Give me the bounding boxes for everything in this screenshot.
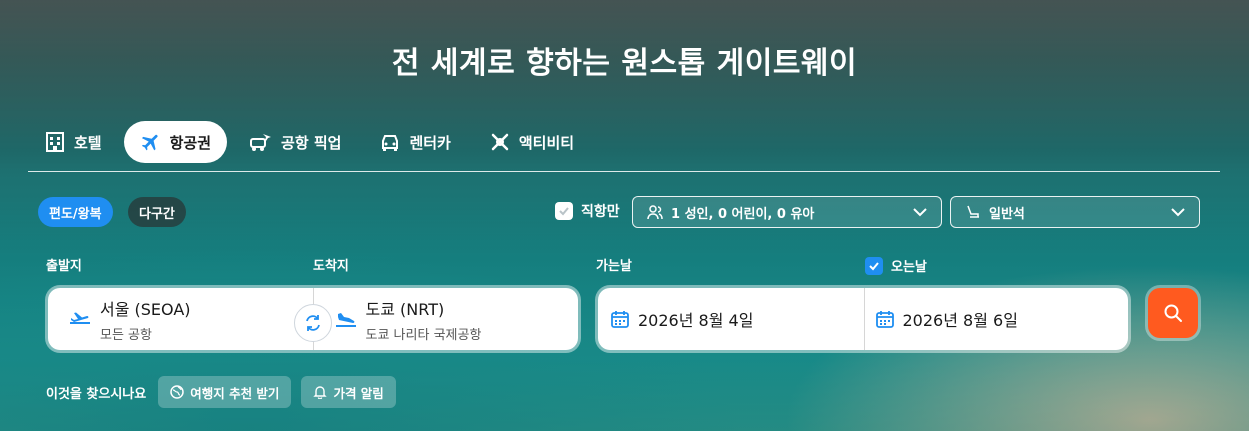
- car-icon: [382, 135, 399, 151]
- recommend-destination-button[interactable]: 여행지 추천 받기: [158, 376, 292, 408]
- check-icon: [869, 261, 879, 270]
- return-date-label: 오는날: [891, 260, 927, 275]
- return-date-value: 2026년 8월 6일: [902, 311, 1018, 330]
- tab-car-rental[interactable]: 렌터카: [363, 121, 466, 163]
- destination-field[interactable]: 도쿄 (NRT) 도쿄 나리타 국제공항: [314, 288, 579, 350]
- airplane-icon: [141, 134, 158, 151]
- destination-city: 도쿄 (NRT): [365, 299, 445, 319]
- depart-date-value: 2026년 8월 4일: [638, 311, 754, 330]
- passenger-select[interactable]: 1 성인, 0 어린이, 0 유아: [632, 196, 942, 228]
- destination-label: 도착지: [313, 259, 349, 274]
- recommend-destination-label: 여행지 추천 받기: [190, 385, 280, 401]
- direct-only-toggle[interactable]: 직항만: [555, 201, 620, 221]
- return-date-field[interactable]: 2026년 8월 6일: [865, 288, 1129, 350]
- suggestion-bar: 이것을 찾으시나요 여행지 추천 받기 가격 알림: [46, 376, 406, 408]
- cabin-class-select[interactable]: 일반석: [950, 196, 1200, 228]
- tab-airport-transfer-label: 공항 픽업: [281, 133, 342, 152]
- tab-activities-label: 액티비티: [518, 133, 575, 152]
- swap-route-button[interactable]: [294, 304, 332, 342]
- origin-label: 출발지: [46, 259, 82, 274]
- price-alert-button[interactable]: 가격 알림: [301, 376, 396, 408]
- price-alert-label: 가격 알림: [333, 385, 384, 401]
- page-title: 전 세계로 향하는 원스톱 게이트웨이: [391, 46, 858, 81]
- tab-car-rental-label: 렌터카: [409, 133, 451, 152]
- tab-flights[interactable]: 항공권: [123, 121, 228, 163]
- globe-icon: [170, 385, 184, 399]
- multi-city-button[interactable]: 다구간: [128, 197, 186, 227]
- date-box: 2026년 8월 4일 2026년 8월 6일: [598, 288, 1128, 350]
- origin-city: 서울 (SEOA): [100, 299, 191, 319]
- direct-only-checkbox[interactable]: [555, 202, 573, 220]
- direct-only-label: 직항만: [581, 204, 620, 220]
- cabin-class-value: 일반석: [989, 206, 1025, 222]
- return-checkbox[interactable]: [865, 256, 883, 275]
- return-toggle[interactable]: 오는날: [865, 256, 927, 275]
- hotel-icon: [46, 132, 64, 152]
- seat-icon: [967, 205, 979, 218]
- tab-hotel-label: 호텔: [74, 133, 102, 152]
- suggestion-question: 이것을 찾으시나요: [46, 386, 147, 402]
- airport-transfer-icon: [250, 134, 272, 151]
- depart-date-field[interactable]: 2026년 8월 4일: [598, 288, 864, 350]
- search-icon: [1164, 304, 1182, 322]
- depart-date-label: 가는날: [596, 259, 632, 274]
- swap-icon: [306, 315, 320, 331]
- calendar-icon: [611, 311, 629, 328]
- chevron-down-icon: [913, 208, 927, 217]
- tab-hotel[interactable]: 호텔: [28, 121, 118, 163]
- origin-field[interactable]: 서울 (SEOA) 모든 공항: [48, 288, 313, 350]
- destination-airport: 도쿄 나리타 국제공항: [365, 327, 482, 343]
- check-icon: [559, 207, 569, 216]
- person-icon: [647, 205, 663, 220]
- calendar-icon: [875, 311, 894, 328]
- tab-flights-label: 항공권: [169, 133, 212, 152]
- product-tabs: 호텔 항공권 공항 픽업 렌터카 액티비티: [28, 121, 596, 163]
- bell-icon: [313, 386, 328, 399]
- oneway-roundtrip-button[interactable]: 편도/왕복: [38, 197, 113, 227]
- tabs-divider: [28, 171, 1220, 172]
- tab-activities[interactable]: 액티비티: [473, 121, 590, 163]
- arrival-plane-icon: [335, 313, 356, 327]
- activity-icon: [491, 133, 509, 151]
- departure-plane-icon: [70, 312, 90, 324]
- origin-airport: 모든 공항: [100, 327, 152, 343]
- passenger-value: 1 성인, 0 어린이, 0 유아: [671, 206, 815, 222]
- tab-airport-transfer[interactable]: 공항 픽업: [233, 121, 357, 163]
- search-button[interactable]: [1148, 288, 1198, 338]
- chevron-down-icon: [1171, 208, 1185, 217]
